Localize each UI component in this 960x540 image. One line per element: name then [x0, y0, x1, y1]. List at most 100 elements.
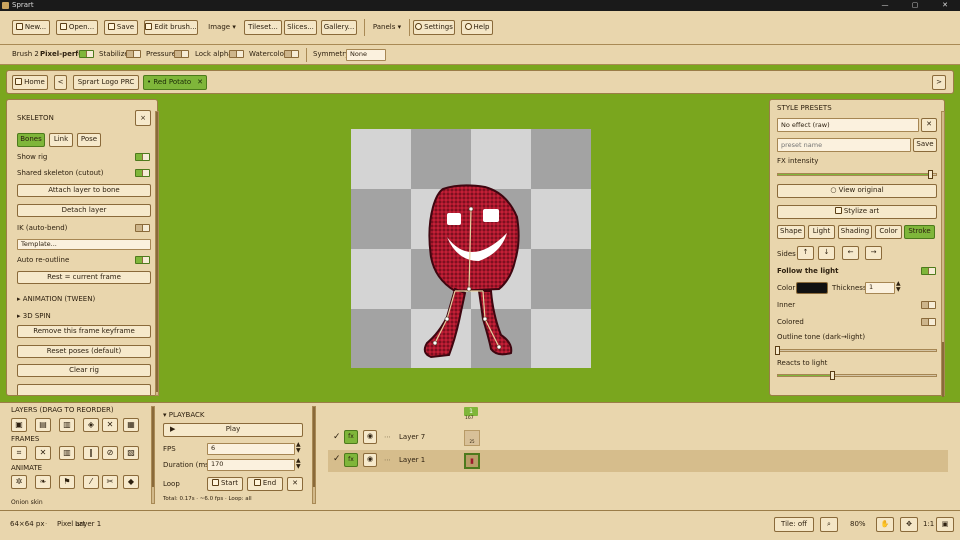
tab-color[interactable]: Color: [875, 225, 902, 239]
duplicate-layer-icon[interactable]: ▤: [35, 418, 51, 432]
maximize-button[interactable]: ▢: [900, 0, 930, 11]
animation-tween-section[interactable]: ▸ ANIMATION (TWEEN): [17, 295, 95, 304]
loop-clear-button[interactable]: ✕: [287, 477, 303, 491]
eraser-icon[interactable]: ◆: [123, 475, 139, 489]
template-select[interactable]: Template...: [17, 239, 151, 250]
play-button[interactable]: ▶ Play: [163, 423, 303, 437]
side-left-button[interactable]: ←: [842, 246, 859, 260]
tab-shading[interactable]: Shading: [838, 225, 872, 239]
skeleton-close-button[interactable]: ×: [135, 110, 151, 126]
skeleton-scroll-thumb[interactable]: [156, 112, 158, 392]
rest-current-button[interactable]: Rest = current frame: [17, 271, 151, 284]
playback-scrollbar[interactable]: [312, 406, 316, 504]
stop-icon[interactable]: ⊘: [102, 446, 118, 460]
timeline-row-selected[interactable]: ✓ fx ◉ ⋯ Layer 1 ▮: [328, 450, 948, 472]
tabs-next-button[interactable]: >: [932, 75, 946, 90]
reacts-slider[interactable]: [777, 371, 937, 380]
preset-clear-button[interactable]: ✕: [921, 118, 937, 132]
tab-light[interactable]: Light: [808, 225, 835, 239]
reset-poses-button[interactable]: Reset poses (default): [17, 345, 151, 358]
drag-handle-icon[interactable]: ⋯: [384, 456, 391, 465]
close-window-button[interactable]: ✕: [930, 0, 960, 11]
edit-brush-button[interactable]: Edit brush...: [144, 20, 198, 35]
stroke-color-swatch[interactable]: [796, 282, 828, 294]
frame-cell-active[interactable]: ▮: [464, 453, 480, 469]
tween-icon[interactable]: ✂: [102, 475, 118, 489]
show-rig-toggle[interactable]: [135, 153, 150, 161]
tabs-prev-button[interactable]: <: [54, 75, 67, 90]
clear-layer-icon[interactable]: ✕: [102, 418, 118, 432]
outline-tone-slider[interactable]: [775, 346, 937, 355]
gallery-button[interactable]: Gallery...: [321, 20, 357, 35]
tab-close-icon[interactable]: ✕: [197, 76, 203, 89]
wand-icon[interactable]: ⁄: [83, 475, 99, 489]
lock-alpha-toggle[interactable]: [229, 50, 244, 58]
new-button[interactable]: New...: [12, 20, 50, 35]
fps-stepper[interactable]: ▲ ▼: [296, 442, 301, 454]
playback-scroll-thumb[interactable]: [313, 407, 315, 487]
remove-keyframe-button[interactable]: Remove this frame keyframe: [17, 325, 151, 338]
pause-icon[interactable]: ‖: [83, 446, 99, 460]
frame-number-badge[interactable]: 1: [464, 407, 478, 416]
fx-intensity-slider[interactable]: [777, 170, 937, 179]
hand-tool-icon[interactable]: ✋: [876, 517, 894, 532]
duration-stepper[interactable]: ▲ ▼: [296, 458, 301, 470]
pressure-toggle[interactable]: [174, 50, 189, 58]
view-original-button[interactable]: ○ View original: [777, 184, 937, 198]
layer-fx-button[interactable]: fx: [344, 430, 358, 444]
preset-name-input[interactable]: [777, 138, 911, 152]
fit-screen-icon[interactable]: ✥: [900, 517, 918, 532]
tab-pose[interactable]: Pose: [77, 133, 101, 147]
clear-rig-button[interactable]: Clear rig: [17, 364, 151, 377]
stabilize-toggle[interactable]: [126, 50, 141, 58]
thickness-stepper[interactable]: ▲ ▼: [896, 281, 901, 293]
trash-frame-icon[interactable]: ▥: [59, 446, 75, 460]
visibility-check-icon[interactable]: ✓: [333, 433, 341, 442]
symmetry-select[interactable]: None: [346, 49, 386, 61]
preset-select[interactable]: No effect (raw): [777, 118, 919, 132]
attach-layer-button[interactable]: Attach layer to bone: [17, 184, 151, 197]
detach-layer-button[interactable]: Detach layer: [17, 204, 151, 217]
settings-button[interactable]: Settings: [413, 20, 455, 35]
layer-grid-icon[interactable]: ▦: [123, 418, 139, 432]
thickness-input[interactable]: 1: [865, 282, 895, 294]
open-button[interactable]: Open...: [56, 20, 98, 35]
timeline-row[interactable]: ✓ fx ◉ ⋯ Layer 7 25: [328, 428, 948, 450]
tile-toggle-button[interactable]: Tile: off: [774, 517, 814, 532]
reacts-knob[interactable]: [830, 371, 836, 380]
frame-cell[interactable]: 25: [464, 430, 480, 446]
auto-reoutline-toggle[interactable]: [135, 256, 150, 264]
fx-intensity-knob[interactable]: [928, 170, 934, 179]
fps-input[interactable]: 6: [207, 443, 295, 455]
zoom-icon[interactable]: ⌕: [820, 517, 838, 532]
actual-size-icon[interactable]: ▣: [936, 517, 954, 532]
stylize-art-button[interactable]: Stylize art: [777, 205, 937, 219]
burst-icon[interactable]: ✲: [11, 475, 27, 489]
tab-shape[interactable]: Shape: [777, 225, 805, 239]
layer-thumb-icon[interactable]: ◉: [363, 430, 377, 444]
help-button[interactable]: Help: [461, 20, 493, 35]
skeleton-scrollbar[interactable]: [155, 111, 159, 396]
delete-layer-icon[interactable]: ▥: [59, 418, 75, 432]
tileset-button[interactable]: Tileset...: [244, 20, 282, 35]
loop-start-button[interactable]: Start: [207, 477, 243, 491]
add-frame-icon[interactable]: ⌗: [11, 446, 27, 460]
slices-button[interactable]: Slices...: [284, 20, 317, 35]
drag-handle-icon[interactable]: ⋯: [384, 433, 391, 442]
playback-section[interactable]: ▾ PLAYBACK: [163, 411, 205, 420]
layer-fx-button[interactable]: fx: [344, 453, 358, 467]
canvas-art[interactable]: [351, 129, 591, 368]
style-scrollbar[interactable]: [941, 111, 945, 397]
side-down-button[interactable]: ↓: [818, 246, 835, 260]
image-menu[interactable]: Image ▾: [204, 20, 240, 35]
panels-menu[interactable]: Panels ▾: [369, 20, 405, 35]
minimize-button[interactable]: —: [870, 0, 900, 11]
tab-bones[interactable]: Bones: [17, 133, 45, 147]
visibility-check-icon[interactable]: ✓: [333, 455, 341, 464]
style-scroll-thumb[interactable]: [942, 342, 944, 397]
layers-scroll-thumb[interactable]: [152, 407, 154, 487]
merge-layer-icon[interactable]: ◈: [83, 418, 99, 432]
home-tab[interactable]: Home: [12, 75, 48, 90]
pixel-perfect-toggle[interactable]: [79, 50, 94, 58]
layer-name[interactable]: Layer 7: [399, 433, 425, 442]
